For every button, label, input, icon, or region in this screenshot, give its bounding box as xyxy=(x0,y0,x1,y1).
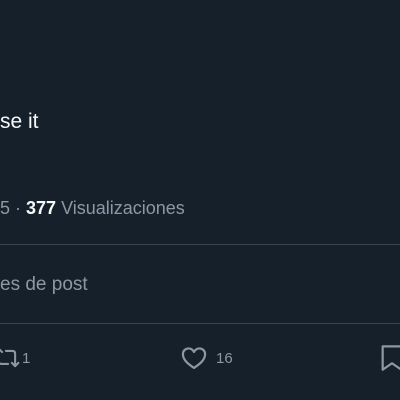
like-count: 16 xyxy=(216,349,233,367)
divider xyxy=(0,323,400,324)
post-details-link[interactable]: es de post xyxy=(0,272,88,298)
views-count[interactable]: 377 xyxy=(26,198,56,218)
divider xyxy=(0,244,400,245)
tweet-text: se it xyxy=(0,110,39,133)
heart-icon xyxy=(180,344,208,372)
bookmark-icon xyxy=(380,344,400,372)
views-label: Visualizaciones xyxy=(56,198,185,218)
retweet-count: 1 xyxy=(22,349,31,367)
tweet-meta-leading: 5 · xyxy=(0,198,27,218)
like-button[interactable]: 16 xyxy=(180,344,233,372)
retweet-button[interactable]: 1 xyxy=(0,344,30,372)
bookmark-button[interactable] xyxy=(380,344,400,372)
tweet-meta-row: 5 · 377 Visualizaciones xyxy=(0,196,185,220)
retweet-icon xyxy=(0,345,20,371)
